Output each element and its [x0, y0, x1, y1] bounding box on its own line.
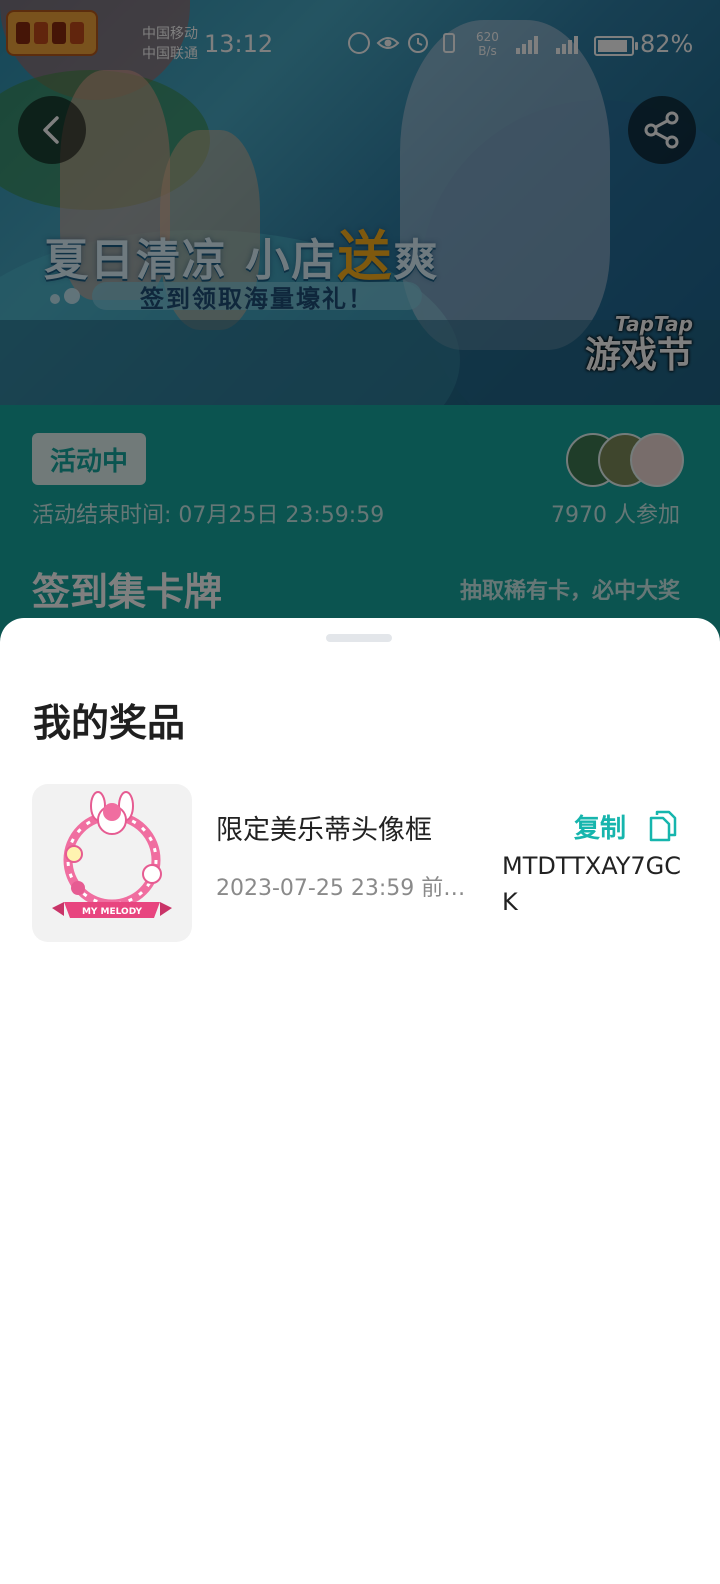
sheet-title: 我的奖品: [33, 701, 186, 745]
copy-label: 复制: [574, 813, 627, 844]
sheet-drag-handle[interactable]: [326, 634, 392, 642]
prize-thumbnail: MY MELODY: [32, 784, 192, 942]
prize-name: 限定美乐蒂头像框: [216, 815, 432, 846]
copy-icon: [649, 810, 677, 842]
copy-button[interactable]: 复制: [574, 806, 678, 846]
prize-expiry: 2023-07-25 23:59 前使用: [216, 876, 474, 901]
redeem-code[interactable]: MTDTTXAY7GCK: [502, 848, 692, 920]
svg-text:MY MELODY: MY MELODY: [82, 907, 143, 917]
my-prizes-sheet: 我的奖品 MY MELODY 限定美乐蒂头像框 2023-07-25 23:59…: [0, 618, 720, 1584]
avatar-frame-image: MY MELODY: [52, 791, 172, 918]
